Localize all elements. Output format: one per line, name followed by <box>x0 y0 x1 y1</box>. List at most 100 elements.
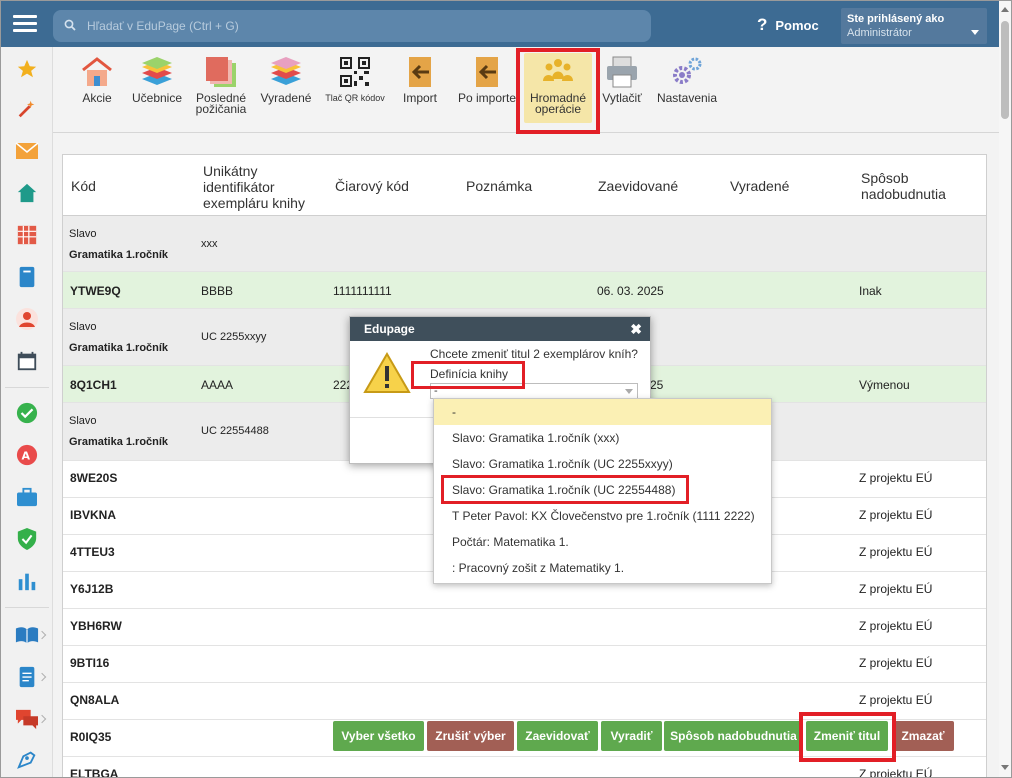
group-title: Gramatika 1.ročník <box>69 436 169 448</box>
pen-tool-icon[interactable] <box>15 747 39 771</box>
group-icon <box>541 55 575 89</box>
question-icon: ? <box>757 15 768 34</box>
tool-vyradene[interactable]: Vyradené <box>257 55 315 104</box>
notebook-icon[interactable] <box>15 265 39 289</box>
scroll-thumb[interactable] <box>1001 21 1009 119</box>
header-kod[interactable]: Kód <box>71 178 96 194</box>
tool-vytlacit[interactable]: Vytlačiť <box>599 55 645 104</box>
calendar-icon[interactable] <box>15 349 39 373</box>
scrollbar[interactable] <box>999 1 1011 777</box>
cell-barcode: 1111111111 <box>333 284 392 298</box>
acquisition-method-button[interactable]: Spôsob nadobudnutia <box>664 721 803 751</box>
tool-label: Vytlačiť <box>602 91 642 105</box>
bar-chart-icon[interactable] <box>15 569 39 593</box>
import-arrow-icon <box>470 55 504 89</box>
search-icon <box>64 19 76 31</box>
select-value: - <box>434 385 438 397</box>
header-ciarovy-kod[interactable]: Čiarový kód <box>335 178 409 194</box>
search-input[interactable] <box>87 10 637 42</box>
dropdown-option[interactable]: Slavo: Gramatika 1.ročník (xxx) <box>434 425 771 451</box>
cell-sposob: Inak <box>859 284 882 298</box>
table-header: Kód Unikátny identifikátor exempláru knihy… <box>63 155 986 216</box>
group-author: Slavo <box>69 228 97 240</box>
books-stack-icon <box>269 55 303 89</box>
tool-label: Vyradené <box>260 91 312 105</box>
briefcase-icon[interactable] <box>15 485 39 509</box>
toolbar: Akcie Učebnice Posledné požičania Vyraden… <box>53 47 999 133</box>
home-icon[interactable] <box>15 181 39 205</box>
dropdown-option[interactable]: T Peter Pavol: KX Človečenstvo pre 1.roč… <box>434 503 771 529</box>
sidebar: A <box>1 47 53 777</box>
dropdown-option[interactable]: Počtár: Matematika 1. <box>434 529 771 555</box>
tool-hromadne-operacie[interactable]: Hromadné operácie <box>524 53 592 123</box>
group-author: Slavo <box>69 321 97 333</box>
dropdown-option[interactable]: Slavo: Gramatika 1.ročník (UC 22554488) <box>434 477 771 503</box>
table-row[interactable]: ELTBGA Z projektu EÚ <box>63 757 986 777</box>
delete-button[interactable]: Zmazať <box>892 721 954 751</box>
table-row[interactable]: YTWE9Q BBBB 1111111111 06. 03. 2025 Inak <box>63 272 986 309</box>
search-box[interactable] <box>53 10 651 42</box>
dropdown-option[interactable]: Slavo: Gramatika 1.ročník (UC 2255xxyy) <box>434 451 771 477</box>
star-icon[interactable] <box>15 57 39 81</box>
books-stack-icon <box>140 55 174 89</box>
cell-uid: BBBB <box>201 284 234 298</box>
cell-kod: R0IQ35 <box>70 730 112 744</box>
clear-selection-button[interactable]: Zrušiť výber <box>427 721 514 751</box>
checkmark-icon[interactable] <box>15 401 39 425</box>
user-circle-icon[interactable] <box>15 307 39 331</box>
magic-wand-icon[interactable] <box>15 97 39 121</box>
hamburger-menu-icon[interactable] <box>13 12 37 36</box>
close-icon[interactable]: ✖ <box>630 317 642 341</box>
grade-icon[interactable]: A <box>15 443 39 467</box>
tool-nastavenia[interactable]: Nastavenia <box>655 55 719 104</box>
tool-tlac-qr[interactable]: Tlač QR kódov <box>323 55 387 104</box>
group-uid: UC 2255xxyy <box>201 331 267 343</box>
timetable-icon[interactable] <box>15 223 39 247</box>
mail-icon[interactable] <box>15 139 39 163</box>
open-book-icon[interactable] <box>15 623 39 647</box>
header-vyradene[interactable]: Vyradené <box>730 178 789 194</box>
cell-kod: QN8ALA <box>70 693 120 707</box>
group-uid: UC 22554488 <box>201 425 269 437</box>
book-definition-select[interactable]: - <box>430 383 638 399</box>
change-title-button[interactable]: Zmeniť titul <box>806 721 888 751</box>
scroll-down-icon[interactable] <box>1001 765 1009 770</box>
discard-button[interactable]: Vyradiť <box>601 721 662 751</box>
tool-po-importe[interactable]: Po importe <box>455 55 519 104</box>
header-poznamka[interactable]: Poznámka <box>466 178 532 194</box>
cell-kod: 8Q1CH1 <box>70 378 117 392</box>
chevron-down-icon <box>971 30 979 35</box>
select-all-button[interactable]: Vyber všetko <box>333 721 424 751</box>
table-row[interactable]: QN8ALA Z projektu EÚ <box>63 683 986 720</box>
table-row[interactable]: YBH6RW Z projektu EÚ <box>63 609 986 646</box>
group-uid: xxx <box>201 238 218 250</box>
header-sposob[interactable]: Spôsob nadobudnutia <box>861 170 946 202</box>
register-button[interactable]: Zaevidovať <box>517 721 598 751</box>
dropdown-option[interactable]: - <box>434 399 771 425</box>
user-menu[interactable]: Ste prihlásený ako Administrátor <box>841 8 987 44</box>
tool-label: Učebnice <box>131 91 183 105</box>
cell-kod: Y6J12B <box>70 582 114 596</box>
tool-import[interactable]: Import <box>399 55 441 104</box>
document-icon[interactable] <box>15 665 39 689</box>
table-group-row[interactable]: Slavo Gramatika 1.ročník xxx <box>63 216 986 272</box>
papers-icon <box>204 55 238 89</box>
cell-sposob: Z projektu EÚ <box>859 693 933 707</box>
help-button[interactable]: ? Pomoc <box>757 15 819 35</box>
table-row[interactable]: 9BTI16 Z projektu EÚ <box>63 646 986 683</box>
top-bar: ? Pomoc Ste prihlásený ako Administrátor <box>1 1 1011 47</box>
tool-ucebnice[interactable]: Učebnice <box>131 55 183 104</box>
cell-kod: 4TTEU3 <box>70 545 115 559</box>
dropdown-option[interactable]: : Pracovný zošit z Matematiky 1. <box>434 555 771 581</box>
shield-check-icon[interactable] <box>15 527 39 551</box>
group-title: Gramatika 1.ročník <box>69 342 169 354</box>
tool-akcie[interactable]: Akcie <box>77 55 117 104</box>
group-title: Gramatika 1.ročník <box>69 249 169 261</box>
chat-icon[interactable] <box>15 707 39 731</box>
header-zaevidovane[interactable]: Zaevidované <box>598 178 678 194</box>
header-uid[interactable]: Unikátny identifikátor exempláru knihy <box>203 163 305 211</box>
tool-posledne-pozicania[interactable]: Posledné požičania <box>191 55 251 115</box>
cell-sposob: Z projektu EÚ <box>859 508 933 522</box>
cell-kod: 9BTI16 <box>70 656 110 670</box>
scroll-up-icon[interactable] <box>1001 7 1009 12</box>
